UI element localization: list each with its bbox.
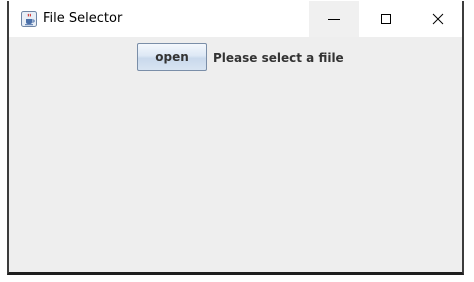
content-pane: open Please select a fiile <box>9 37 462 272</box>
status-label: Please select a fiile <box>213 51 344 65</box>
app-window: File Selector open Please select a fiile <box>7 1 464 275</box>
close-button[interactable] <box>413 1 463 37</box>
minimize-icon <box>328 10 340 29</box>
maximize-icon <box>380 10 392 29</box>
window-title: File Selector <box>43 11 123 26</box>
java-coffee-cup-icon <box>21 11 37 27</box>
minimize-button[interactable] <box>309 1 359 37</box>
title-bar[interactable]: File Selector <box>9 1 462 37</box>
open-button[interactable]: open <box>137 43 207 71</box>
maximize-button[interactable] <box>361 1 411 37</box>
close-icon <box>432 10 444 29</box>
